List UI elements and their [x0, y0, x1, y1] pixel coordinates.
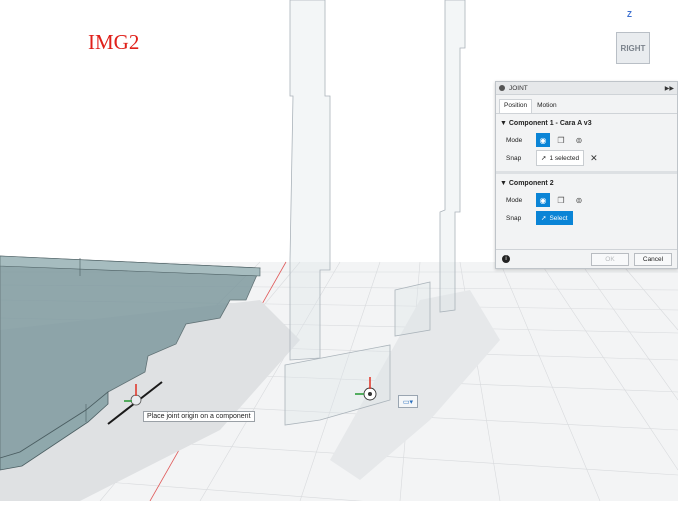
cursor-icon: ➚	[541, 155, 547, 162]
dialog-footer: i OK Cancel	[496, 249, 677, 268]
clear-selection-icon[interactable]: ✕	[590, 153, 598, 164]
collapse-icon: ▼	[500, 120, 509, 127]
component2-header[interactable]: ▼ Component 2	[496, 178, 677, 191]
camera-dropdown-button[interactable]: ▭ ▾	[398, 395, 418, 408]
two-edge-intersection-icon[interactable]: ⊚	[572, 193, 586, 207]
snap-label: Snap	[506, 154, 522, 162]
component2-title: Component 2	[508, 180, 554, 187]
joint-dialog: JOINT ▶▶ Position Motion ▼ Component 1 -…	[495, 81, 678, 269]
chevron-down-icon: ▾	[409, 398, 414, 406]
ok-button[interactable]: OK	[591, 252, 629, 266]
select-label: Select	[549, 214, 568, 222]
mode-label: Mode	[506, 136, 523, 144]
dialog-tabs: Position Motion	[496, 95, 677, 114]
z-axis-label: Z	[627, 10, 632, 19]
mode-label: Mode	[506, 196, 523, 204]
tab-motion[interactable]: Motion	[532, 99, 562, 113]
select-button[interactable]: ➚ Select	[536, 211, 573, 225]
collapse-icon: ▼	[500, 180, 509, 187]
snap-selection-field[interactable]: ➚ 1 selected	[536, 150, 585, 166]
snap-label: Snap	[506, 214, 522, 222]
section-divider	[496, 171, 677, 174]
component1-mode-row: Mode ◉ ❐ ⊚	[496, 131, 677, 149]
camera-icon: ▭	[402, 398, 410, 406]
image-label: IMG2	[88, 30, 140, 54]
cursor-icon: ➚	[541, 215, 547, 222]
cancel-button[interactable]: Cancel	[634, 252, 672, 266]
component1-snap-row: Snap ➚ 1 selected ✕	[496, 149, 677, 167]
between-two-faces-icon[interactable]: ❐	[554, 193, 568, 207]
between-two-faces-icon[interactable]: ❐	[554, 133, 568, 147]
two-edge-intersection-icon[interactable]: ⊚	[572, 133, 586, 147]
component2-mode-row: Mode ◉ ❐ ⊚	[496, 191, 677, 209]
viewcube[interactable]: Z RIGHT	[604, 10, 664, 70]
pin-icon[interactable]	[499, 85, 505, 91]
component1-header[interactable]: ▼ Component 1 - Cara A v3	[496, 114, 677, 131]
component2-snap-row: Snap ➚ Select	[496, 209, 677, 227]
dialog-titlebar[interactable]: JOINT ▶▶	[496, 82, 677, 95]
info-icon[interactable]: i	[502, 255, 510, 263]
dialog-title: JOINT	[509, 84, 528, 92]
tooltip: Place joint origin on a component	[143, 411, 255, 422]
simple-mode-icon[interactable]: ◉	[536, 133, 550, 147]
simple-mode-icon[interactable]: ◉	[536, 193, 550, 207]
expand-icon[interactable]: ▶▶	[665, 85, 674, 92]
snap-selection-value: 1 selected	[549, 154, 580, 162]
tab-position[interactable]: Position	[499, 99, 533, 113]
viewcube-face-right[interactable]: RIGHT	[616, 32, 650, 64]
component1-title: Component 1 - Cara A v3	[508, 120, 592, 127]
